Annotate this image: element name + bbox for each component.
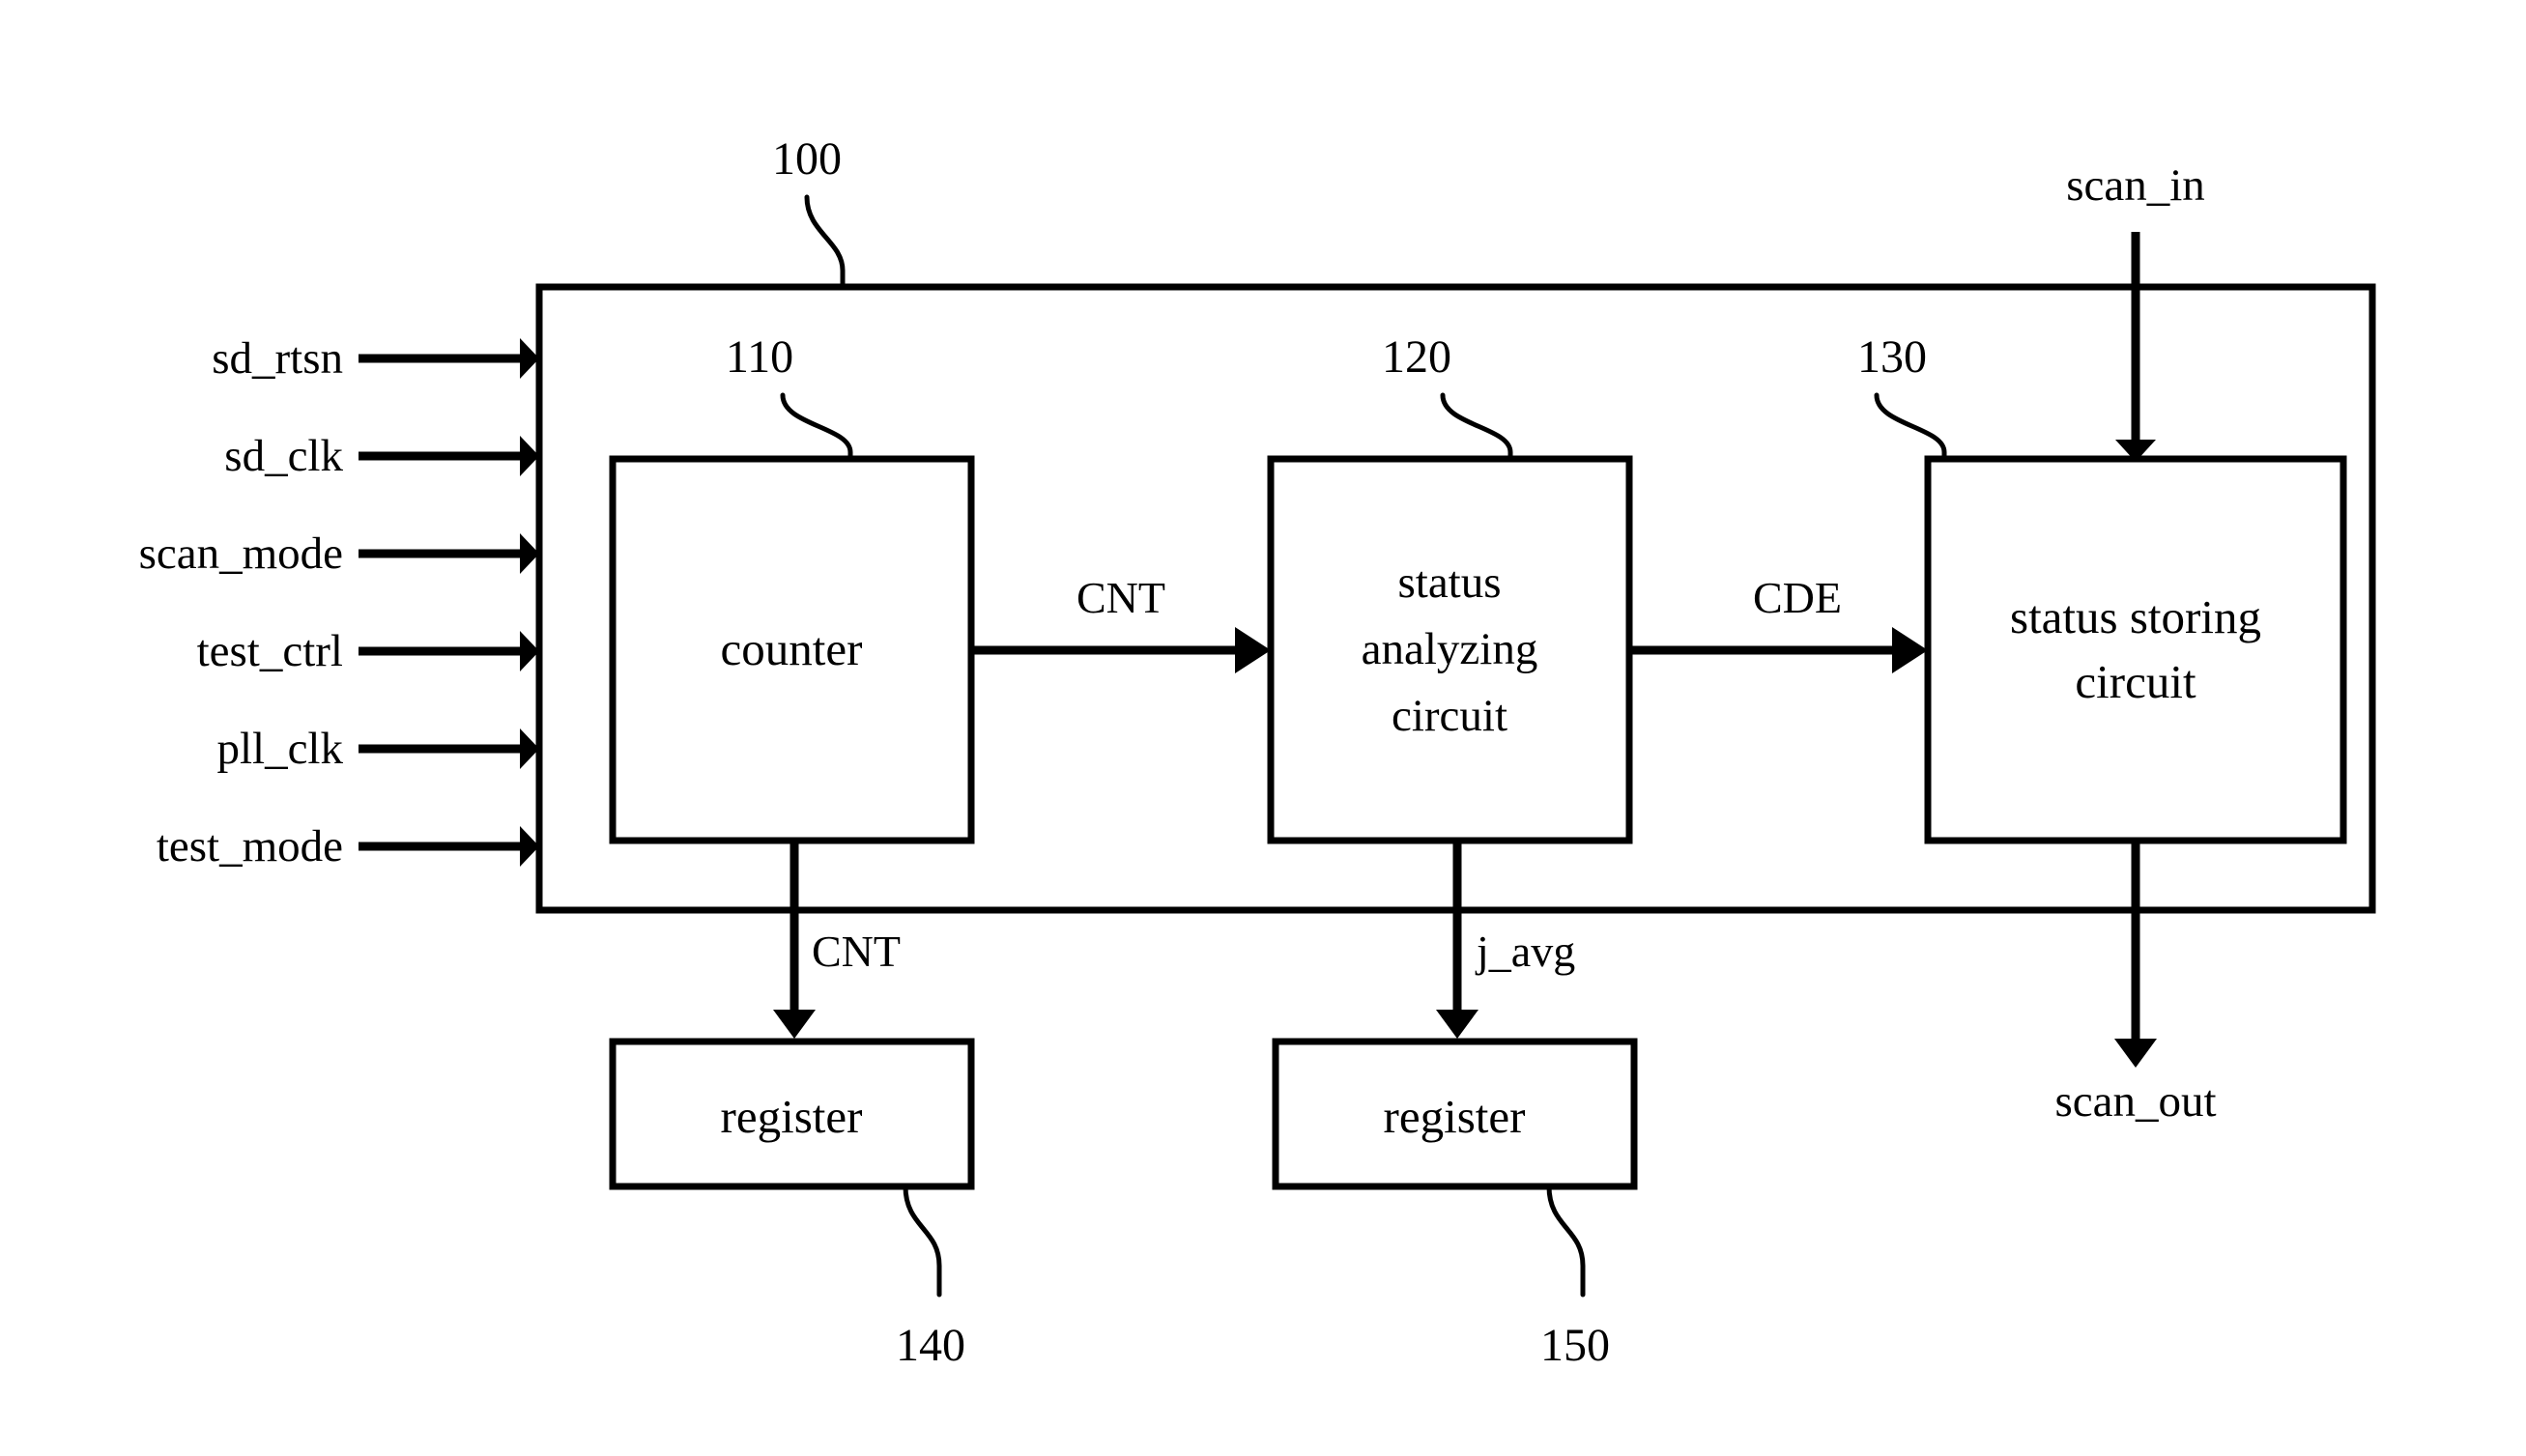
input-label-test-ctrl: test_ctrl (197, 626, 343, 676)
wire-analyzer-to-storage (1629, 627, 1928, 673)
block-label-counter: counter (721, 622, 863, 675)
block-label-analyzing-line3: circuit (1392, 691, 1507, 741)
scan-out-label: scan_out (2054, 1076, 2216, 1127)
leader-line-100 (804, 194, 846, 290)
block-label-storing-line2: circuit (2075, 655, 2196, 708)
wire-label-cde: CDE (1753, 573, 1842, 622)
diagram-canvas: 100 sd_rtsn sd_clk scan_mode test_ctrl p… (139, 133, 2376, 1371)
block-diagram: 100 sd_rtsn sd_clk scan_mode test_ctrl p… (0, 0, 2526, 1456)
ref-120: 120 (1382, 331, 1451, 383)
input-arrow-scan-mode (359, 533, 539, 574)
wire-analyzer-to-register (1436, 841, 1478, 1039)
wire-scan-out (2114, 841, 2157, 1068)
input-arrow-test-mode (359, 826, 539, 867)
block-label-storing-line1: status storing (2010, 590, 2261, 643)
ref-110: 110 (726, 331, 793, 383)
input-arrow-pll-clk (359, 728, 539, 769)
leader-line-150 (1546, 1184, 1586, 1298)
wire-counter-to-analyzer (971, 627, 1271, 673)
block-label-register-140: register (721, 1090, 863, 1143)
input-label-test-mode: test_mode (157, 821, 343, 871)
input-arrow-sd-clk (359, 436, 539, 476)
ref-140: 140 (896, 1320, 965, 1371)
input-label-sd-rtsn: sd_rtsn (212, 333, 343, 384)
ref-130: 130 (1857, 331, 1927, 383)
leader-line-120 (1440, 392, 1513, 462)
block-status-storing-130 (1924, 455, 2347, 844)
scan-in-arrow (2115, 232, 2156, 462)
ref-150: 150 (1540, 1320, 1610, 1371)
input-label-sd-clk: sd_clk (224, 431, 343, 481)
leader-line-140 (903, 1184, 942, 1298)
wire-label-cnt-horizontal: CNT (1076, 573, 1165, 622)
input-arrow-sd-rtsn (359, 338, 539, 379)
wire-label-j-avg: j_avg (1475, 927, 1575, 976)
block-label-analyzing-line1: status (1397, 557, 1501, 608)
block-label-register-150: register (1384, 1090, 1526, 1143)
input-arrow-test-ctrl (359, 631, 539, 671)
block-label-analyzing-line2: analyzing (1362, 624, 1538, 674)
wire-counter-to-register (773, 841, 816, 1039)
input-label-scan-mode: scan_mode (139, 528, 343, 579)
ref-100: 100 (772, 133, 842, 185)
leader-line-130 (1874, 392, 1947, 462)
scan-in-label: scan_in (2066, 160, 2205, 211)
wire-label-cnt-vertical: CNT (812, 927, 901, 976)
input-label-pll-clk: pll_clk (216, 724, 343, 774)
leader-line-110 (780, 392, 853, 462)
